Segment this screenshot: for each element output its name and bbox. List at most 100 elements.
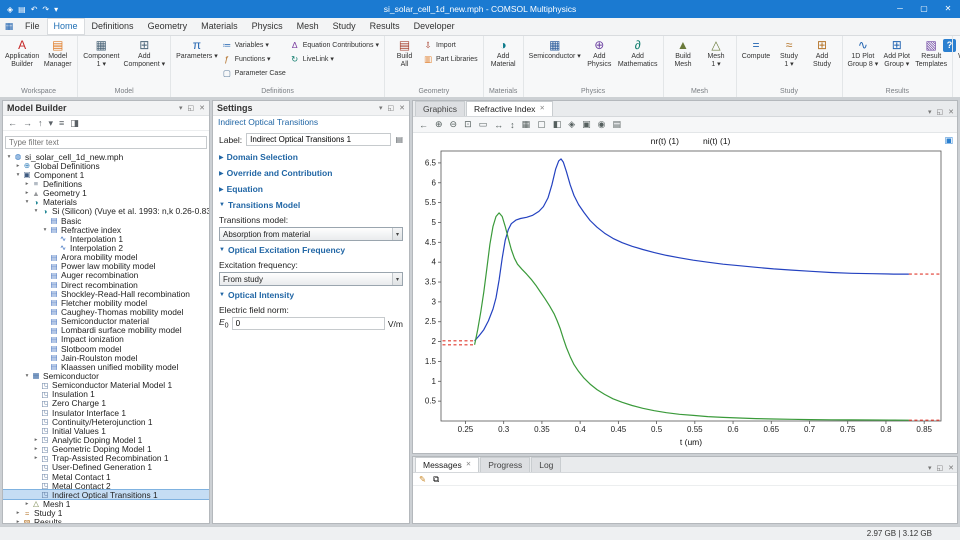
app-icon[interactable]: ◈: [7, 5, 13, 14]
add-physics-button[interactable]: ⊕AddPhysics: [583, 38, 616, 69]
back-icon[interactable]: ←: [8, 118, 17, 128]
menu-geometry[interactable]: Geometry: [141, 18, 195, 35]
panel-close-icon[interactable]: ✕: [948, 108, 954, 116]
select-icon[interactable]: ▢: [537, 119, 546, 130]
add-material-button[interactable]: ◑AddMaterial: [487, 38, 520, 69]
section-domain-selection[interactable]: ▶Domain Selection: [219, 150, 403, 164]
tree-item-indirect-optical-transitions-1[interactable]: ◳Indirect Optical Transitions 1: [3, 490, 209, 499]
build-mesh-button[interactable]: ▲BuildMesh: [667, 38, 700, 69]
menu-home[interactable]: Home: [47, 18, 85, 35]
panel-menu-icon[interactable]: ▾: [928, 108, 932, 116]
close-button[interactable]: ✕: [936, 0, 960, 18]
undo-icon[interactable]: ↶: [31, 5, 38, 14]
equation-contributions-button[interactable]: ΔEquation Contributions ▾: [288, 39, 381, 52]
expander-icon[interactable]: ▾: [41, 227, 49, 233]
close-tab-icon[interactable]: ✕: [539, 102, 544, 116]
expander-icon[interactable]: ▾: [14, 172, 22, 178]
up-icon[interactable]: ↑: [38, 118, 43, 128]
menu-mesh[interactable]: Mesh: [290, 18, 326, 35]
tab-graphics[interactable]: Graphics: [415, 101, 465, 116]
tab-refractive-index[interactable]: Refractive Index✕: [466, 101, 553, 116]
plot-settings-icon[interactable]: ▣: [944, 135, 953, 146]
tree-item-definitions[interactable]: ▸≡Definitions: [3, 179, 209, 188]
add-plot-group-button[interactable]: ⊞Add PlotGroup ▾: [880, 38, 913, 69]
back-icon[interactable]: ←: [419, 120, 428, 130]
panel-float-icon[interactable]: ◱: [937, 108, 944, 116]
expander-icon[interactable]: ▸: [23, 181, 31, 187]
application-builder-button[interactable]: AApplicationBuilder: [3, 38, 41, 69]
menu-developer[interactable]: Developer: [407, 18, 462, 35]
select-excitation-frequency[interactable]: From study▾: [219, 272, 403, 286]
copy-icon[interactable]: ⧉: [433, 474, 439, 485]
toolbar-menu-icon[interactable]: ◨: [70, 118, 79, 129]
zoom-out-icon[interactable]: ⊖: [450, 119, 458, 130]
expander-icon[interactable]: ▸: [32, 446, 40, 452]
panel-menu-icon[interactable]: ▾: [928, 464, 932, 472]
add-study-button[interactable]: ⊞AddStudy: [806, 38, 839, 69]
section-optical-intensity[interactable]: ▼Optical Intensity: [219, 288, 403, 302]
filter-input[interactable]: [5, 136, 207, 149]
menu-materials[interactable]: Materials: [194, 18, 245, 35]
zoom-box-icon[interactable]: ▭: [479, 119, 488, 130]
app-menu-icon[interactable]: ▦: [0, 18, 18, 35]
maximize-button[interactable]: ▢: [912, 0, 936, 18]
zoom-in-icon[interactable]: ⊕: [435, 119, 443, 130]
panel-float-icon[interactable]: ◱: [188, 104, 195, 112]
collapse-icon[interactable]: ▾: [49, 118, 54, 129]
panel-close-icon[interactable]: ✕: [399, 104, 405, 112]
save-icon[interactable]: ▤: [18, 5, 26, 14]
camera-icon[interactable]: ◉: [598, 119, 606, 130]
semiconductor-button[interactable]: ▦Semiconductor ▾: [527, 38, 583, 61]
clear-messages-icon[interactable]: ✎: [419, 474, 426, 485]
minimize-button[interactable]: ─: [888, 0, 912, 18]
panel-float-icon[interactable]: ◱: [388, 104, 395, 112]
functions-button[interactable]: ƒFunctions ▾: [220, 53, 288, 66]
tree-item-results[interactable]: ▸▧Results: [3, 518, 209, 523]
add-mathematics-button[interactable]: ∂AddMathematics: [616, 38, 660, 69]
menu-results[interactable]: Results: [363, 18, 407, 35]
mesh-1-button[interactable]: △Mesh1 ▾: [700, 38, 733, 69]
rename-icon[interactable]: ▤: [395, 135, 403, 144]
panel-close-icon[interactable]: ✕: [948, 464, 954, 472]
transparency-icon[interactable]: ◧: [553, 119, 562, 130]
section-optical-excitation-frequency[interactable]: ▼Optical Excitation Frequency: [219, 243, 403, 257]
zoom-extents-icon[interactable]: ⊡: [464, 119, 472, 130]
tree-item-component-1[interactable]: ▾▣Component 1: [3, 170, 209, 179]
panel-float-icon[interactable]: ◱: [937, 464, 944, 472]
menu-file[interactable]: File: [18, 18, 47, 35]
menu-definitions[interactable]: Definitions: [85, 18, 141, 35]
import-button[interactable]: ⇩Import: [421, 39, 480, 52]
select-transitions-model[interactable]: Absorption from material▾: [219, 227, 403, 241]
build-all-button[interactable]: ▤BuildAll: [388, 38, 421, 69]
tree-item-klaassen-unified-mobility-model[interactable]: ▤Klaassen unified mobility model: [3, 362, 209, 371]
menu-physics[interactable]: Physics: [245, 18, 290, 35]
grid-icon[interactable]: ▦: [522, 119, 531, 130]
tree-item-si-silicon-vuye-et-al-1993-n-k-0-26-0-83-um-200-degc[interactable]: ▾◑Si (Silicon) (Vuye et al. 1993: n,k 0.…: [3, 207, 209, 216]
pan-icon[interactable]: ↔: [494, 120, 503, 130]
lock-icon[interactable]: ◈: [568, 119, 575, 130]
print-icon[interactable]: ▤: [613, 119, 622, 130]
compute-button[interactable]: =Compute: [740, 38, 773, 61]
expander-icon[interactable]: ▾: [32, 208, 40, 214]
expander-icon[interactable]: ▸: [14, 163, 22, 169]
node-menu-icon[interactable]: ≡: [59, 118, 64, 128]
expander-icon[interactable]: ▾: [5, 154, 13, 160]
section-transitions-model[interactable]: ▼Transitions Model: [219, 198, 403, 212]
label-input[interactable]: [246, 133, 391, 146]
image-icon[interactable]: ▣: [582, 119, 591, 130]
forward-icon[interactable]: →: [23, 118, 32, 128]
panel-menu-icon[interactable]: ▾: [379, 104, 383, 112]
tree-item-semiconductor-material-model-1[interactable]: ◳Semiconductor Material Model 1: [3, 381, 209, 390]
tab-messages[interactable]: Messages✕: [415, 457, 479, 472]
close-tab-icon[interactable]: ✕: [466, 458, 471, 472]
model-manager-button[interactable]: ▤ModelManager: [41, 38, 74, 69]
result-templates-button[interactable]: ▧ResultTemplates: [913, 38, 949, 69]
tree-item-insulation-1[interactable]: ◳Insulation 1: [3, 390, 209, 399]
parameters-button[interactable]: πParameters ▾: [174, 38, 220, 61]
expander-icon[interactable]: ▸: [23, 501, 31, 507]
windows-button[interactable]: ▦Windows ▾: [956, 38, 960, 61]
expander-icon[interactable]: ▸: [32, 455, 40, 461]
1d-plot-group-8-button[interactable]: ∿1D PlotGroup 8 ▾: [846, 38, 881, 69]
tree-item-geometry-1[interactable]: ▸▲Geometry 1: [3, 189, 209, 198]
parameter-case-button[interactable]: ▢Parameter Case: [220, 67, 288, 80]
